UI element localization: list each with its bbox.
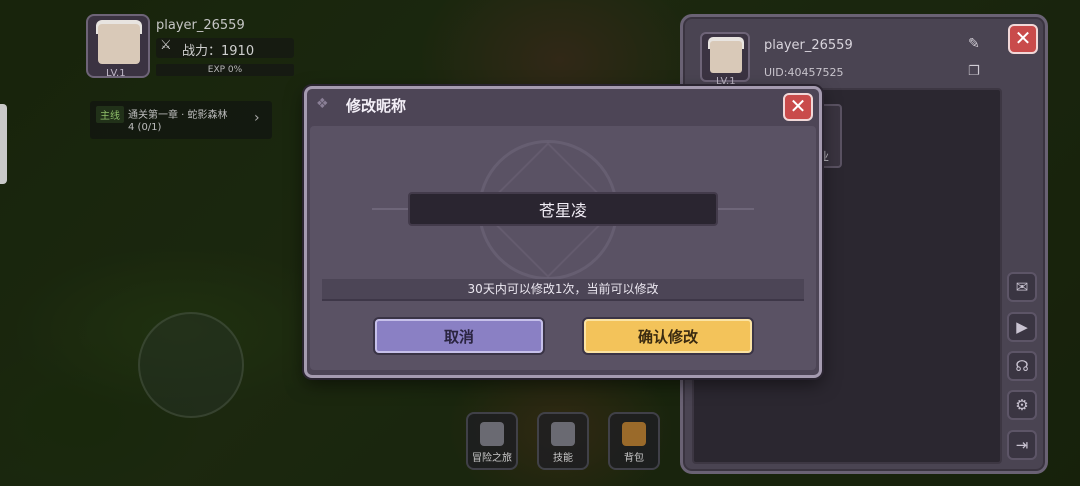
adventure-button[interactable]: 冒险之旅 [466, 412, 518, 470]
swords-icon: ⚔ [160, 38, 172, 53]
lock-icon [551, 422, 575, 446]
adventure-label: 冒险之旅 [472, 453, 512, 464]
mail-icon[interactable]: ✉ [1007, 272, 1037, 302]
skills-button[interactable]: 技能 [537, 412, 589, 470]
close-dialog-button[interactable]: ✕ [783, 93, 813, 121]
combat-power: 战力：1910 [182, 44, 255, 59]
decoration-line-right [714, 208, 754, 210]
gem-icon: ❖ [316, 96, 329, 112]
settings-icon[interactable]: ⚙ [1007, 390, 1037, 420]
rename-notice: 30天内可以修改1次，当前可以修改 [322, 279, 804, 301]
avatar-face [710, 41, 742, 73]
decoration-line-left [372, 208, 412, 210]
quest-title: 通关第一章 · 蛇影森林 [128, 110, 228, 121]
profile-avatar[interactable] [700, 32, 750, 82]
player-name: player_26559 [156, 18, 245, 33]
dialog-title: 修改昵称 [346, 97, 407, 115]
backpack-label: 背包 [624, 453, 644, 464]
skills-label: 技能 [553, 453, 573, 464]
player-level: LV.1 [106, 68, 126, 79]
profile-uid: UID:40457525 [764, 66, 844, 79]
quest-progress: 4 (0/1) [128, 122, 162, 133]
backpack-icon [622, 422, 646, 446]
support-icon[interactable]: ☊ [1007, 351, 1037, 381]
side-drawer-handle[interactable] [0, 104, 7, 184]
lock-icon [480, 422, 504, 446]
edit-name-icon[interactable]: ✎ [968, 36, 980, 52]
logout-icon[interactable]: ⇥ [1007, 430, 1037, 460]
backpack-button[interactable]: 背包 [608, 412, 660, 470]
chevron-right-icon[interactable]: › [254, 110, 260, 126]
chat-icon[interactable]: ▶ [1007, 312, 1037, 342]
avatar-face [98, 24, 140, 64]
copy-uid-icon[interactable]: ❐ [968, 64, 980, 79]
exp-bar: EXP 0% [156, 64, 294, 76]
close-panel-button[interactable]: ✕ [1008, 24, 1038, 54]
virtual-joystick[interactable] [138, 312, 244, 418]
cancel-button[interactable]: 取消 [375, 319, 543, 353]
quest-tag: 主线 [96, 106, 124, 123]
confirm-rename-button[interactable]: 确认修改 [584, 319, 752, 353]
nickname-input[interactable] [408, 192, 718, 226]
profile-name: player_26559 [764, 38, 853, 53]
